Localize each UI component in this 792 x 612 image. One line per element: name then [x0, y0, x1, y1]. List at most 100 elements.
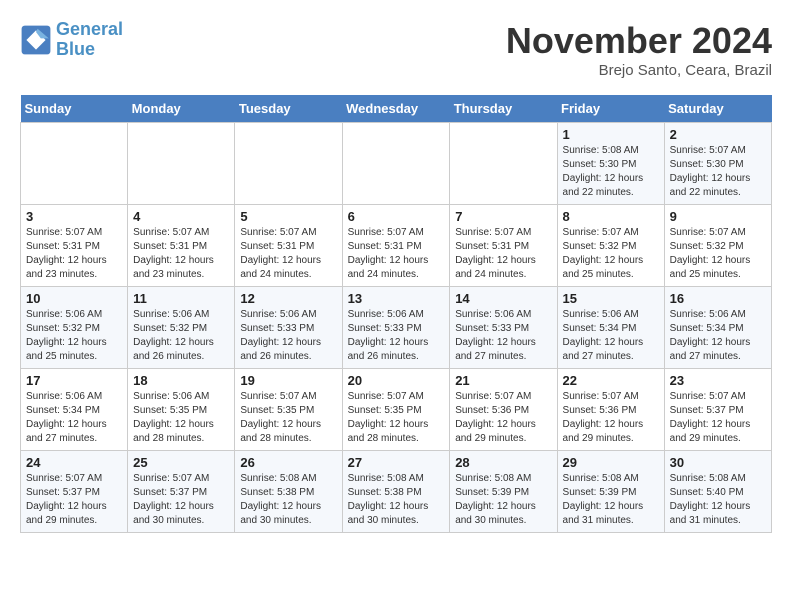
day-number: 20 [348, 373, 445, 388]
day-cell [128, 123, 235, 205]
day-info: Sunrise: 5:07 AMSunset: 5:35 PMDaylight:… [240, 390, 336, 446]
day-number: 22 [563, 373, 659, 388]
week-row-4: 17 Sunrise: 5:06 AMSunset: 5:34 PMDayligh… [21, 369, 772, 451]
day-info: Sunrise: 5:08 AMSunset: 5:40 PMDaylight:… [670, 472, 766, 528]
day-number: 16 [670, 291, 766, 306]
day-number: 8 [563, 209, 659, 224]
day-number: 17 [26, 373, 122, 388]
day-cell: 6 Sunrise: 5:07 AMSunset: 5:31 PMDaylight… [342, 205, 450, 287]
day-number: 2 [670, 127, 766, 142]
day-cell: 29 Sunrise: 5:08 AMSunset: 5:39 PMDayligh… [557, 451, 664, 533]
day-info: Sunrise: 5:07 AMSunset: 5:36 PMDaylight:… [455, 390, 551, 446]
day-info: Sunrise: 5:08 AMSunset: 5:38 PMDaylight:… [348, 472, 445, 528]
day-number: 5 [240, 209, 336, 224]
week-row-2: 3Sunrise: 5:07 AMSunset: 5:31 PMDaylight… [21, 205, 772, 287]
day-number: 11 [133, 291, 229, 306]
logo-icon [20, 24, 52, 56]
header-cell-saturday: Saturday [664, 95, 771, 123]
day-number: 19 [240, 373, 336, 388]
day-cell [342, 123, 450, 205]
day-number: 13 [348, 291, 445, 306]
header-row: SundayMondayTuesdayWednesdayThursdayFrid… [21, 95, 772, 123]
day-cell: 2 Sunrise: 5:07 AMSunset: 5:30 PMDaylight… [664, 123, 771, 205]
day-number: 7 [455, 209, 551, 224]
day-info: Sunrise: 5:07 AMSunset: 5:31 PMDaylight:… [26, 226, 122, 282]
day-number: 15 [563, 291, 659, 306]
day-number: 26 [240, 455, 336, 470]
day-number: 14 [455, 291, 551, 306]
day-info: Sunrise: 5:07 AMSunset: 5:36 PMDaylight:… [563, 390, 659, 446]
day-cell: 14 Sunrise: 5:06 AMSunset: 5:33 PMDayligh… [450, 287, 557, 369]
day-cell: 16 Sunrise: 5:06 AMSunset: 5:34 PMDayligh… [664, 287, 771, 369]
day-info: Sunrise: 5:07 AMSunset: 5:35 PMDaylight:… [348, 390, 445, 446]
header-cell-friday: Friday [557, 95, 664, 123]
logo-text: General Blue [56, 20, 123, 60]
day-info: Sunrise: 5:07 AMSunset: 5:37 PMDaylight:… [133, 472, 229, 528]
logo-line1: General [56, 19, 123, 39]
day-cell: 17 Sunrise: 5:06 AMSunset: 5:34 PMDayligh… [21, 369, 128, 451]
header-cell-sunday: Sunday [21, 95, 128, 123]
day-info: Sunrise: 5:07 AMSunset: 5:31 PMDaylight:… [455, 226, 551, 282]
day-cell: 20 Sunrise: 5:07 AMSunset: 5:35 PMDayligh… [342, 369, 450, 451]
day-number: 1 [563, 127, 659, 142]
day-info: Sunrise: 5:06 AMSunset: 5:33 PMDaylight:… [455, 308, 551, 364]
day-info: Sunrise: 5:07 AMSunset: 5:37 PMDaylight:… [26, 472, 122, 528]
day-number: 30 [670, 455, 766, 470]
day-number: 29 [563, 455, 659, 470]
day-cell: 15 Sunrise: 5:06 AMSunset: 5:34 PMDayligh… [557, 287, 664, 369]
day-info: Sunrise: 5:07 AMSunset: 5:30 PMDaylight:… [670, 144, 766, 200]
day-info: Sunrise: 5:06 AMSunset: 5:33 PMDaylight:… [240, 308, 336, 364]
day-cell: 11 Sunrise: 5:06 AMSunset: 5:32 PMDayligh… [128, 287, 235, 369]
day-info: Sunrise: 5:08 AMSunset: 5:39 PMDaylight:… [563, 472, 659, 528]
week-row-3: 10 Sunrise: 5:06 AMSunset: 5:32 PMDayligh… [21, 287, 772, 369]
logo: General Blue [20, 20, 123, 60]
day-number: 18 [133, 373, 229, 388]
day-cell: 26Sunrise: 5:08 AMSunset: 5:38 PMDayligh… [235, 451, 342, 533]
month-title: November 2024 [506, 20, 772, 62]
day-cell: 10Sunrise: 5:06 AMSunset: 5:32 PMDayligh… [21, 287, 128, 369]
day-cell: 13 Sunrise: 5:06 AMSunset: 5:33 PMDayligh… [342, 287, 450, 369]
day-cell: 8 Sunrise: 5:07 AMSunset: 5:32 PMDaylight… [557, 205, 664, 287]
day-cell: 7 Sunrise: 5:07 AMSunset: 5:31 PMDaylight… [450, 205, 557, 287]
day-cell [21, 123, 128, 205]
day-info: Sunrise: 5:07 AMSunset: 5:32 PMDaylight:… [563, 226, 659, 282]
day-cell: 19 Sunrise: 5:07 AMSunset: 5:35 PMDayligh… [235, 369, 342, 451]
week-row-5: 24 Sunrise: 5:07 AMSunset: 5:37 PMDayligh… [21, 451, 772, 533]
header-cell-wednesday: Wednesday [342, 95, 450, 123]
day-cell: 22 Sunrise: 5:07 AMSunset: 5:36 PMDayligh… [557, 369, 664, 451]
day-number: 6 [348, 209, 445, 224]
day-info: Sunrise: 5:06 AMSunset: 5:34 PMDaylight:… [563, 308, 659, 364]
day-number: 27 [348, 455, 445, 470]
header-cell-monday: Monday [128, 95, 235, 123]
day-number: 24 [26, 455, 122, 470]
day-cell: 27 Sunrise: 5:08 AMSunset: 5:38 PMDayligh… [342, 451, 450, 533]
day-info: Sunrise: 5:06 AMSunset: 5:32 PMDaylight:… [133, 308, 229, 364]
calendar-table: SundayMondayTuesdayWednesdayThursdayFrid… [20, 95, 772, 533]
day-info: Sunrise: 5:06 AMSunset: 5:35 PMDaylight:… [133, 390, 229, 446]
day-info: Sunrise: 5:07 AMSunset: 5:32 PMDaylight:… [670, 226, 766, 282]
title-block: November 2024 Brejo Santo, Ceara, Brazil [506, 20, 772, 79]
day-info: Sunrise: 5:07 AMSunset: 5:31 PMDaylight:… [348, 226, 445, 282]
day-info: Sunrise: 5:06 AMSunset: 5:34 PMDaylight:… [26, 390, 122, 446]
day-cell: 24 Sunrise: 5:07 AMSunset: 5:37 PMDayligh… [21, 451, 128, 533]
day-cell: 12Sunrise: 5:06 AMSunset: 5:33 PMDayligh… [235, 287, 342, 369]
day-info: Sunrise: 5:07 AMSunset: 5:31 PMDaylight:… [133, 226, 229, 282]
day-cell [235, 123, 342, 205]
day-number: 25 [133, 455, 229, 470]
day-info: Sunrise: 5:08 AMSunset: 5:39 PMDaylight:… [455, 472, 551, 528]
day-cell: 3Sunrise: 5:07 AMSunset: 5:31 PMDaylight… [21, 205, 128, 287]
day-info: Sunrise: 5:06 AMSunset: 5:34 PMDaylight:… [670, 308, 766, 364]
day-info: Sunrise: 5:07 AMSunset: 5:31 PMDaylight:… [240, 226, 336, 282]
page-header: General Blue November 2024 Brejo Santo, … [20, 20, 772, 79]
day-cell [450, 123, 557, 205]
header-cell-thursday: Thursday [450, 95, 557, 123]
day-cell: 25 Sunrise: 5:07 AMSunset: 5:37 PMDayligh… [128, 451, 235, 533]
day-info: Sunrise: 5:06 AMSunset: 5:33 PMDaylight:… [348, 308, 445, 364]
day-cell: 23Sunrise: 5:07 AMSunset: 5:37 PMDayligh… [664, 369, 771, 451]
day-number: 9 [670, 209, 766, 224]
day-cell: 18 Sunrise: 5:06 AMSunset: 5:35 PMDayligh… [128, 369, 235, 451]
day-number: 28 [455, 455, 551, 470]
logo-line2: Blue [56, 39, 95, 59]
day-cell: 1Sunrise: 5:08 AMSunset: 5:30 PMDaylight… [557, 123, 664, 205]
day-number: 10 [26, 291, 122, 306]
